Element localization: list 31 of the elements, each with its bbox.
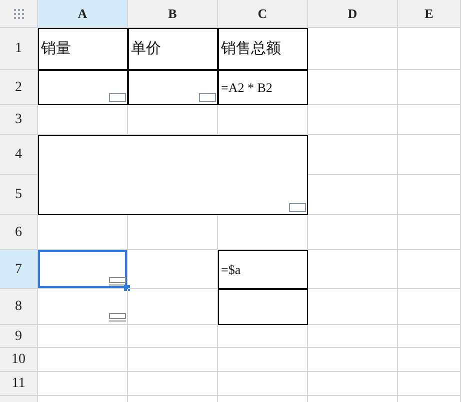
note-icon bbox=[109, 277, 126, 286]
table-cell[interactable] bbox=[128, 70, 218, 105]
row-header[interactable]: 1 bbox=[0, 28, 38, 70]
note-icon bbox=[289, 203, 306, 212]
column-header[interactable]: B bbox=[128, 0, 218, 28]
note-icon bbox=[109, 313, 126, 322]
table-cell[interactable]: =$a bbox=[218, 250, 308, 289]
grid-icon[interactable] bbox=[14, 8, 24, 18]
note-icon bbox=[109, 93, 126, 102]
row-header[interactable]: 11 bbox=[0, 372, 38, 396]
row-header[interactable]: 8 bbox=[0, 289, 38, 325]
table-cell[interactable] bbox=[218, 289, 308, 325]
row-header[interactable]: 2 bbox=[0, 70, 38, 105]
row-header[interactable]: 9 bbox=[0, 325, 38, 348]
table-cell[interactable]: 销量 bbox=[38, 28, 128, 70]
row-header[interactable]: 4 bbox=[0, 135, 38, 175]
row-header[interactable]: 6 bbox=[0, 215, 38, 250]
column-header[interactable]: E bbox=[398, 0, 461, 28]
column-header[interactable]: C bbox=[218, 0, 308, 28]
row-header[interactable]: 3 bbox=[0, 105, 38, 135]
table-cell[interactable] bbox=[38, 70, 128, 105]
row-header[interactable]: 7 bbox=[0, 250, 38, 289]
column-header[interactable]: A bbox=[38, 0, 128, 28]
column-header[interactable]: D bbox=[308, 0, 398, 28]
row-header[interactable]: 5 bbox=[0, 175, 38, 215]
table-cell[interactable]: 单价 bbox=[128, 28, 218, 70]
table-cell[interactable]: 销售总额 bbox=[218, 28, 308, 70]
row-header[interactable]: 10 bbox=[0, 348, 38, 372]
note-icon bbox=[199, 93, 216, 102]
table-cell[interactable]: =A2 * B2 bbox=[218, 70, 308, 105]
table-cell[interactable] bbox=[38, 135, 308, 215]
